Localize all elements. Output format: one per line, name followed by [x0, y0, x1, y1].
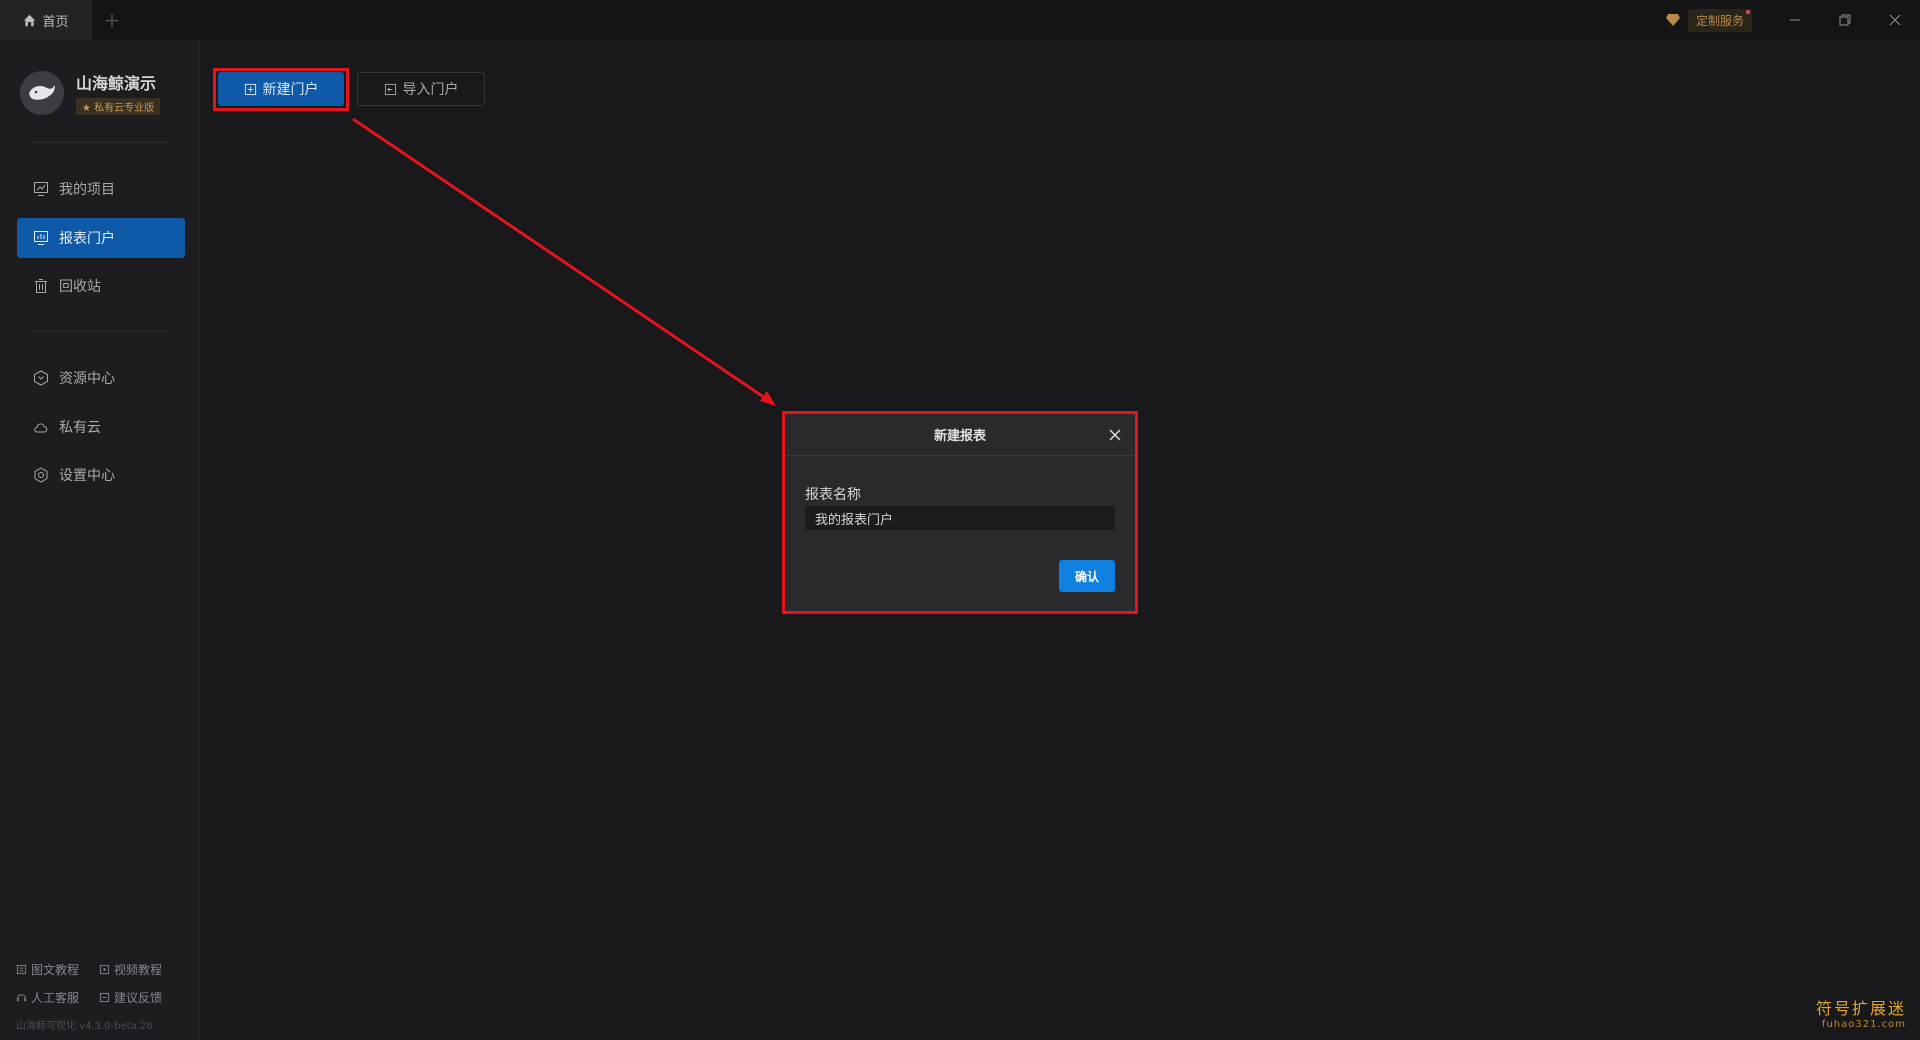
add-tab-button[interactable]: + [92, 0, 132, 40]
project-icon [34, 182, 48, 196]
sidebar: 山海鲸演示 ★ 私有云专业版 我的项目 报表门户 回收站 资源中心 私有云 设置… [0, 40, 200, 1040]
restore-button[interactable] [1820, 0, 1870, 40]
sidebar-item-recycle-bin[interactable]: 回收站 [17, 266, 185, 306]
highlight-box [213, 68, 349, 111]
sidebar-item-private-cloud[interactable]: 私有云 [17, 407, 185, 447]
headset-icon [16, 993, 27, 1001]
sidebar-item-resource-center[interactable]: 资源中心 [17, 358, 185, 398]
edition-badge: ★ 私有云专业版 [76, 98, 161, 115]
trash-icon [35, 279, 47, 293]
customer-service-link[interactable]: 人工客服 [16, 989, 79, 1006]
resource-icon [34, 370, 48, 386]
sidebar-item-settings-center[interactable]: 设置中心 [17, 455, 185, 495]
home-icon [24, 14, 36, 26]
close-window-button[interactable] [1870, 0, 1920, 40]
customer-service-label: 人工客服 [31, 990, 80, 1005]
tab-home[interactable]: 首页 [0, 0, 92, 40]
gem-icon [1665, 14, 1680, 26]
feedback-icon [99, 992, 110, 1002]
sidebar-item-label: 我的项目 [59, 182, 115, 198]
app-window: 首页 + 定制服务 山海鲸演示 ★ 私有云专业版 我的项目 报表门户 回收站 资… [0, 0, 1920, 1040]
title-bar: 首页 + 定制服务 [0, 0, 1920, 40]
brand-name: 山海鲸演示 [76, 74, 157, 93]
sidebar-item-label: 设置中心 [59, 468, 115, 484]
feedback-label: 建议反馈 [114, 990, 163, 1005]
sidebar-item-label: 私有云 [59, 420, 101, 436]
tab-home-label: 首页 [42, 14, 69, 30]
sidebar-item-label: 回收站 [59, 279, 101, 295]
video-tutorial-link[interactable]: 视频教程 [99, 961, 162, 978]
image-tutorial-label: 图文教程 [31, 962, 80, 977]
sidebar-footer: 图文教程 视频教程 人工客服 建议反馈 [16, 955, 186, 1011]
brand: 山海鲸演示 ★ 私有云专业版 [20, 70, 161, 115]
minimize-button[interactable] [1770, 0, 1820, 40]
cloud-icon [34, 423, 48, 433]
feedback-link[interactable]: 建议反馈 [99, 989, 162, 1006]
divider [30, 331, 170, 332]
watermark: 符号扩展迷 fuhao321.com [1816, 995, 1906, 1030]
sidebar-item-label: 报表门户 [59, 231, 115, 247]
sidebar-item-label: 资源中心 [59, 371, 115, 387]
portal-icon [34, 231, 48, 245]
custom-service-button[interactable]: 定制服务 [1665, 8, 1752, 32]
whale-icon [29, 84, 55, 100]
close-icon [1889, 14, 1901, 26]
sidebar-item-my-projects[interactable]: 我的项目 [17, 169, 185, 209]
avatar[interactable] [20, 70, 64, 115]
watermark-en: fuhao321.com [1821, 1019, 1906, 1030]
image-tutorial-link[interactable]: 图文教程 [16, 961, 79, 978]
dialog-highlight-box [782, 411, 1138, 614]
sidebar-item-report-portal[interactable]: 报表门户 [17, 218, 185, 258]
watermark-cn: 符号扩展迷 [1815, 999, 1906, 1018]
settings-icon [34, 467, 48, 483]
notification-dot [1746, 9, 1750, 14]
import-portal-label: 导入门户 [402, 82, 459, 98]
import-icon [384, 83, 396, 95]
import-portal-button[interactable]: 导入门户 [357, 72, 485, 106]
minimize-icon [1790, 19, 1800, 21]
window-controls: 定制服务 [1665, 0, 1920, 40]
custom-service-label: 定制服务 [1695, 13, 1744, 28]
video-tutorial-label: 视频教程 [114, 962, 163, 977]
restore-icon [1839, 14, 1851, 26]
document-icon [16, 964, 27, 974]
divider [30, 142, 170, 143]
version-text: 山海鲸可视化 v4.3.0-beta.28 [16, 1021, 153, 1032]
video-icon [99, 964, 110, 974]
